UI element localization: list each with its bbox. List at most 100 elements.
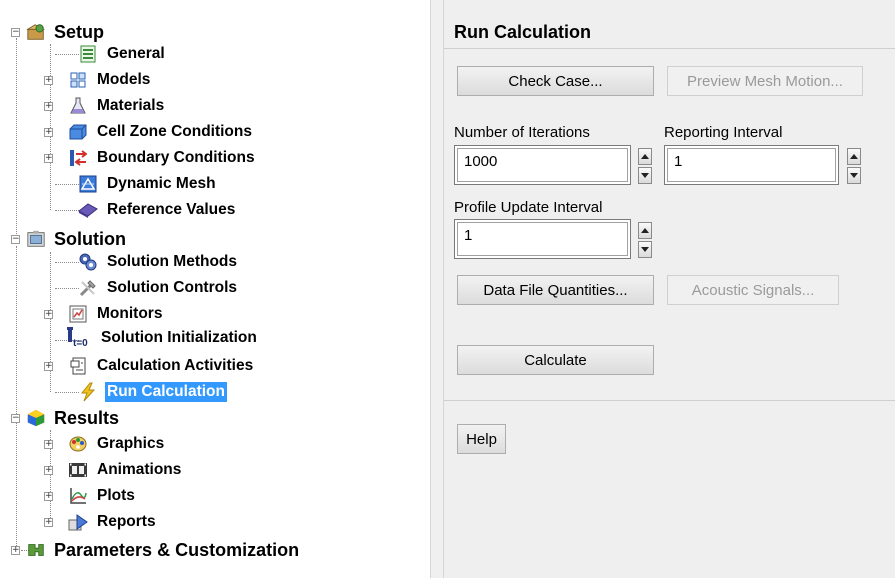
tree-label: Monitors [97,305,163,322]
tree-label: Models [97,71,151,88]
tree-item-reports[interactable]: + Reports [44,510,158,534]
expand-toggle[interactable]: + [44,127,53,137]
expand-toggle[interactable]: + [11,545,20,555]
preview-mesh-motion-button[interactable]: Preview Mesh Motion... [667,66,863,96]
expand-toggle[interactable]: + [44,517,53,527]
data-file-quantities-button[interactable]: Data File Quantities... [457,275,654,305]
tree-node-solution[interactable]: − Solution [11,227,128,251]
tree-item-materials[interactable]: + Materials [44,94,166,118]
divider [444,400,895,401]
reporting-interval-field[interactable]: 1 [664,145,839,185]
tree-label: Reports [97,513,156,530]
tree-connector [55,54,79,55]
expand-toggle[interactable]: + [44,491,53,501]
tree-label: Solution Controls [107,279,238,296]
spinner-up-arrow-icon[interactable] [847,148,861,165]
tree-item-run-calculation[interactable]: Run Calculation [78,380,227,404]
tree-item-animations[interactable]: + Animations [44,458,183,482]
tree-label: Animations [97,461,182,478]
collapse-toggle[interactable]: − [11,234,20,244]
reporting-interval-input[interactable]: 1 [667,148,836,182]
tree-label: Reference Values [107,201,236,218]
tree-item-calculation-activities[interactable]: + Calculation Activities [44,354,255,378]
tree-label: Materials [97,97,165,114]
tree-item-solution-initialization[interactable]: t=0 Solution Initialization [64,326,259,350]
iterations-label: Number of Iterations [454,124,590,141]
spinner-up-arrow-icon[interactable] [638,222,652,239]
outline-tree: − Setup General + Models + Materials + C… [0,0,430,578]
spinner-down-arrow-icon[interactable] [638,241,652,258]
tree-label: Results [54,407,120,428]
tree-label-selected: Run Calculation [105,382,227,402]
cell-zone-icon [68,122,88,142]
profile-update-interval-spinner[interactable] [638,222,652,258]
panel-title: Run Calculation [454,22,592,42]
tree-label: General [107,45,165,62]
initialization-icon: t=0 [64,326,96,350]
tree-item-graphics[interactable]: + Graphics [44,432,166,456]
tree-label: Cell Zone Conditions [97,123,252,140]
expand-toggle[interactable]: + [44,75,53,85]
expand-toggle[interactable]: + [44,465,53,475]
expand-toggle[interactable]: + [44,153,53,163]
acoustic-signals-button[interactable]: Acoustic Signals... [667,275,839,305]
divider [444,48,895,49]
collapse-toggle[interactable]: − [11,413,20,423]
spinner-up-arrow-icon[interactable] [638,148,652,165]
run-calculation-icon [78,382,98,402]
tree-item-solution-controls[interactable]: Solution Controls [78,276,239,300]
tree-item-plots[interactable]: + Plots [44,484,137,508]
spinner-down-arrow-icon[interactable] [638,167,652,184]
tree-node-results[interactable]: − Results [11,406,121,430]
expand-toggle[interactable]: + [44,101,53,111]
expand-toggle[interactable]: + [44,309,53,319]
profile-update-interval-input[interactable]: 1 [457,222,628,256]
reference-values-icon [78,200,98,220]
tree-item-dynamic-mesh[interactable]: Dynamic Mesh [78,172,218,196]
dynamic-mesh-icon [78,174,98,194]
animations-icon [68,460,88,480]
tree-label: Parameters & Customization [54,539,300,560]
expand-toggle[interactable]: + [44,439,53,449]
tree-item-boundary-conditions[interactable]: + Boundary Conditions [44,146,257,170]
tree-label: Setup [54,21,105,42]
splitter[interactable] [430,0,444,578]
iterations-spinner[interactable] [638,148,652,184]
profile-update-interval-field[interactable]: 1 [454,219,631,259]
run-calculation-panel: Run Calculation Check Case... Preview Me… [444,0,895,578]
spinner-down-arrow-icon[interactable] [847,167,861,184]
iterations-field[interactable]: 1000 [454,145,631,185]
tree-label: Boundary Conditions [97,149,255,166]
reporting-interval-label: Reporting Interval [664,124,783,141]
expand-toggle[interactable]: + [44,361,53,371]
tree-item-reference-values[interactable]: Reference Values [78,198,237,222]
tree-item-models[interactable]: + Models [44,68,152,92]
tree-label: Graphics [97,435,165,452]
collapse-toggle[interactable]: − [11,27,20,37]
tree-item-monitors[interactable]: + Monitors [44,302,164,326]
general-icon [78,44,98,64]
tree-connector [16,246,17,414]
help-button[interactable]: Help [457,424,506,454]
calculation-activities-icon [68,356,88,376]
tree-label: Solution Initialization [101,329,257,346]
tree-item-solution-methods[interactable]: Solution Methods [78,250,239,274]
results-icon [26,408,46,428]
tree-connector [16,422,17,546]
check-case-button[interactable]: Check Case... [457,66,654,96]
calculate-button[interactable]: Calculate [457,345,654,375]
tree-node-setup[interactable]: − Setup [11,20,106,44]
plots-icon [68,486,88,506]
tree-item-cell-zone-conditions[interactable]: + Cell Zone Conditions [44,120,254,144]
tree-connector [55,392,79,393]
iterations-input[interactable]: 1000 [457,148,628,182]
tree-label: Plots [97,487,135,504]
tree-label: Calculation Activities [97,357,254,374]
reports-icon [68,512,88,532]
tree-item-general[interactable]: General [78,42,167,66]
graphics-icon [68,434,88,454]
reporting-interval-spinner[interactable] [847,148,861,184]
tree-node-parameters[interactable]: + Parameters & Customization [11,538,301,562]
solution-icon [26,229,46,249]
setup-icon [26,22,46,42]
